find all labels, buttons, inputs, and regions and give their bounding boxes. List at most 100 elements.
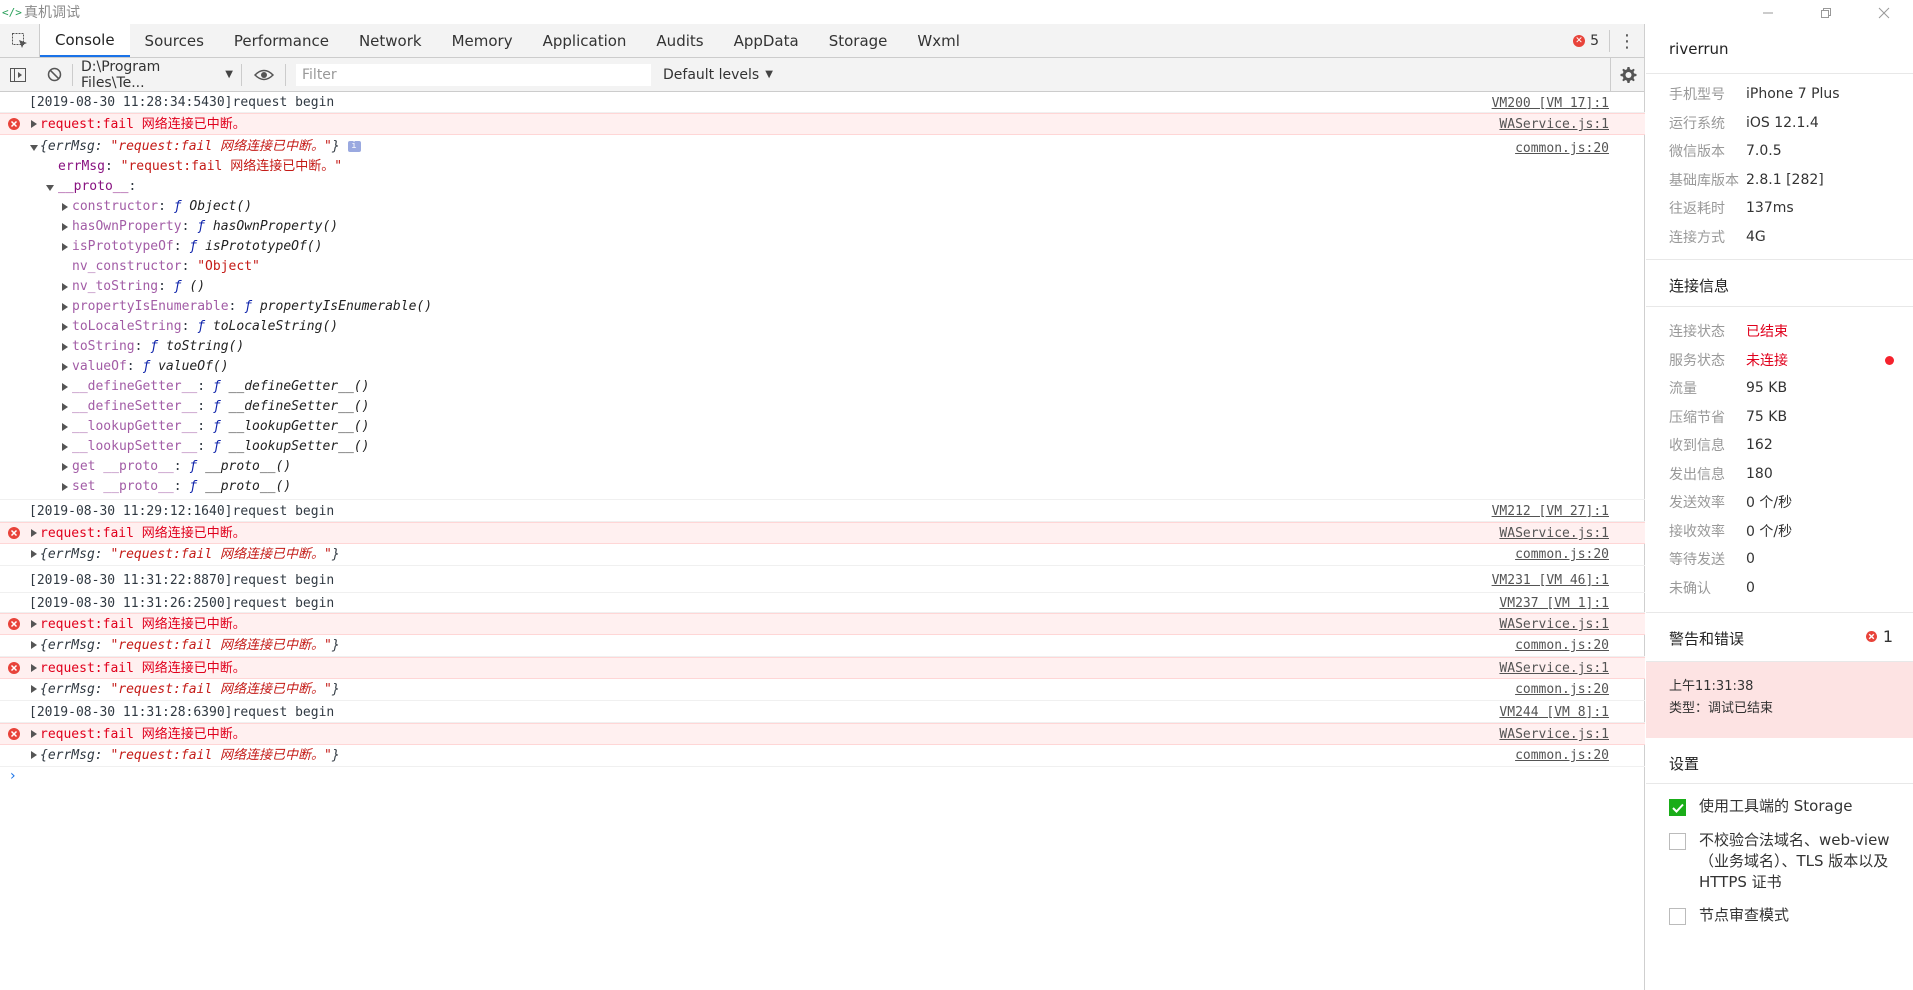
- expand-arrow-icon[interactable]: [62, 463, 68, 471]
- expand-arrow-icon[interactable]: [31, 120, 37, 128]
- tab-sources[interactable]: Sources: [130, 24, 219, 57]
- window-controls: [1739, 0, 1913, 26]
- console-object-row[interactable]: {errMsg: "request:fail 网络连接已中断。"} common…: [0, 544, 1645, 566]
- tab-audits[interactable]: Audits: [641, 24, 718, 57]
- info-row: 连接方式 4G: [1646, 223, 1913, 252]
- context-selector[interactable]: D:\Program Files\Te... ▼: [72, 59, 242, 91]
- proto-property-row[interactable]: __lookupSetter__: ƒ __lookupSetter__(): [0, 437, 1645, 457]
- error-count-badge[interactable]: ✕ 5: [1563, 30, 1610, 52]
- source-link[interactable]: WAService.js:1: [1499, 617, 1609, 633]
- more-options-icon[interactable]: ⋮: [1610, 31, 1644, 52]
- inspect-element-button[interactable]: [0, 24, 40, 57]
- proto-property-row[interactable]: valueOf: ƒ valueOf(): [0, 357, 1645, 377]
- expand-arrow-icon[interactable]: [31, 529, 37, 537]
- tab-appdata[interactable]: AppData: [719, 24, 814, 57]
- expand-arrow-icon[interactable]: [31, 685, 37, 693]
- console-error-row[interactable]: request:fail 网络连接已中断。 WAService.js:1: [0, 613, 1645, 635]
- tab-performance[interactable]: Performance: [219, 24, 344, 57]
- source-link[interactable]: common.js:20: [1515, 547, 1609, 563]
- setting-skip-domain-check[interactable]: 不校验合法域名、web-view（业务域名）、TLS 版本以及 HTTPS 证书: [1646, 830, 1913, 893]
- console-object-row[interactable]: {errMsg: "request:fail 网络连接已中断。"} common…: [0, 679, 1645, 701]
- proto-property-row[interactable]: toString: ƒ toString(): [0, 337, 1645, 357]
- expand-arrow-icon[interactable]: [31, 751, 37, 759]
- proto-property-row[interactable]: __defineGetter__: ƒ __defineGetter__(): [0, 377, 1645, 397]
- source-link[interactable]: WAService.js:1: [1499, 526, 1609, 542]
- expand-arrow-icon[interactable]: [62, 223, 68, 231]
- proto-property-row[interactable]: toLocaleString: ƒ toLocaleString(): [0, 317, 1645, 337]
- expand-arrow-icon[interactable]: [31, 641, 37, 649]
- checkbox-checked-icon[interactable]: [1669, 799, 1686, 816]
- proto-property-row[interactable]: isPrototypeOf: ƒ isPrototypeOf(): [0, 237, 1645, 257]
- minimize-button[interactable]: [1739, 0, 1797, 26]
- source-link[interactable]: WAService.js:1: [1499, 661, 1609, 677]
- expand-arrow-icon[interactable]: [62, 323, 68, 331]
- expand-arrow-icon[interactable]: [62, 343, 68, 351]
- expand-arrow-icon[interactable]: [62, 203, 68, 211]
- tab-console[interactable]: Console: [40, 24, 130, 57]
- expand-arrow-icon[interactable]: [62, 283, 68, 291]
- console-error-row[interactable]: request:fail 网络连接已中断。 WAService.js:1: [0, 522, 1645, 544]
- source-link[interactable]: VM237 [VM 1]:1: [1499, 596, 1609, 612]
- proto-property-row[interactable]: get __proto__: ƒ __proto__(): [0, 457, 1645, 477]
- expand-arrow-icon[interactable]: [62, 403, 68, 411]
- tab-network[interactable]: Network: [344, 24, 437, 57]
- expand-arrow-icon[interactable]: [62, 243, 68, 251]
- source-link[interactable]: common.js:20: [1515, 638, 1609, 654]
- console-settings-button[interactable]: [1610, 58, 1644, 92]
- expand-arrow-icon[interactable]: [62, 443, 68, 451]
- setting-use-tool-storage[interactable]: 使用工具端的 Storage: [1646, 796, 1913, 817]
- source-link[interactable]: common.js:20: [1515, 682, 1609, 698]
- proto-property-row[interactable]: nv_toString: ƒ (): [0, 277, 1645, 297]
- console-error-row[interactable]: request:fail 网络连接已中断。 WAService.js:1: [0, 657, 1645, 679]
- proto-property-row[interactable]: set __proto__: ƒ __proto__(): [0, 477, 1645, 497]
- tab-storage[interactable]: Storage: [814, 24, 903, 57]
- source-link[interactable]: common.js:20: [1515, 139, 1609, 159]
- source-link[interactable]: WAService.js:1: [1499, 727, 1609, 743]
- proto-row[interactable]: __proto__:: [0, 177, 1645, 197]
- expand-arrow-icon[interactable]: [31, 550, 37, 558]
- collapse-arrow-icon[interactable]: [46, 185, 54, 191]
- tab-application[interactable]: Application: [528, 24, 642, 57]
- source-link[interactable]: common.js:20: [1515, 748, 1609, 764]
- toggle-sidebar-button[interactable]: [0, 58, 36, 92]
- checkbox-unchecked-icon[interactable]: [1669, 833, 1686, 850]
- object-header[interactable]: {errMsg: "request:fail 网络连接已中断。"} i comm…: [0, 137, 1645, 157]
- expand-arrow-icon[interactable]: [31, 664, 37, 672]
- restore-button[interactable]: [1797, 0, 1855, 26]
- proto-property-row[interactable]: constructor: ƒ Object(): [0, 197, 1645, 217]
- console-object-row[interactable]: {errMsg: "request:fail 网络连接已中断。"} common…: [0, 635, 1645, 657]
- collapse-arrow-icon[interactable]: [30, 145, 38, 151]
- proto-property-row[interactable]: __defineSetter__: ƒ __defineSetter__(): [0, 397, 1645, 417]
- console-object-row[interactable]: {errMsg: "request:fail 网络连接已中断。"} common…: [0, 745, 1645, 767]
- source-link[interactable]: VM244 [VM 8]:1: [1499, 705, 1609, 721]
- tab-wxml[interactable]: Wxml: [902, 24, 975, 57]
- expand-arrow-icon[interactable]: [62, 383, 68, 391]
- source-link[interactable]: VM231 [VM 46]:1: [1492, 573, 1609, 589]
- proto-property-row[interactable]: hasOwnProperty: ƒ hasOwnProperty(): [0, 217, 1645, 237]
- live-expression-button[interactable]: [242, 63, 286, 86]
- log-levels-dropdown[interactable]: Default levels ▼: [663, 67, 773, 83]
- filter-input[interactable]: [296, 63, 651, 86]
- expand-arrow-icon[interactable]: [62, 483, 68, 491]
- expand-arrow-icon[interactable]: [62, 303, 68, 311]
- source-link[interactable]: VM212 [VM 27]:1: [1492, 504, 1609, 520]
- checkbox-unchecked-icon[interactable]: [1669, 908, 1686, 925]
- proto-property-row[interactable]: propertyIsEnumerable: ƒ propertyIsEnumer…: [0, 297, 1645, 317]
- close-button[interactable]: [1855, 0, 1913, 26]
- property-key: isPrototypeOf: [72, 239, 174, 254]
- console-error-row[interactable]: request:fail 网络连接已中断。 WAService.js:1: [0, 723, 1645, 745]
- setting-node-inspect-mode[interactable]: 节点审查模式: [1646, 905, 1913, 926]
- proto-property-row[interactable]: __lookupGetter__: ƒ __lookupGetter__(): [0, 417, 1645, 437]
- expand-arrow-icon[interactable]: [31, 620, 37, 628]
- expand-arrow-icon[interactable]: [62, 363, 68, 371]
- source-link[interactable]: WAService.js:1: [1499, 117, 1609, 133]
- source-link[interactable]: VM200 [VM 17]:1: [1492, 96, 1609, 112]
- expand-arrow-icon[interactable]: [62, 423, 68, 431]
- tab-memory[interactable]: Memory: [437, 24, 528, 57]
- console-prompt[interactable]: ›: [0, 767, 1645, 791]
- warning-type: 类型：调试已结束: [1669, 701, 1774, 716]
- expand-arrow-icon[interactable]: [31, 730, 37, 738]
- console-error-row[interactable]: request:fail 网络连接已中断。 WAService.js:1: [0, 113, 1645, 135]
- object-open: {errMsg:: [40, 748, 111, 763]
- clear-console-button[interactable]: [36, 58, 72, 92]
